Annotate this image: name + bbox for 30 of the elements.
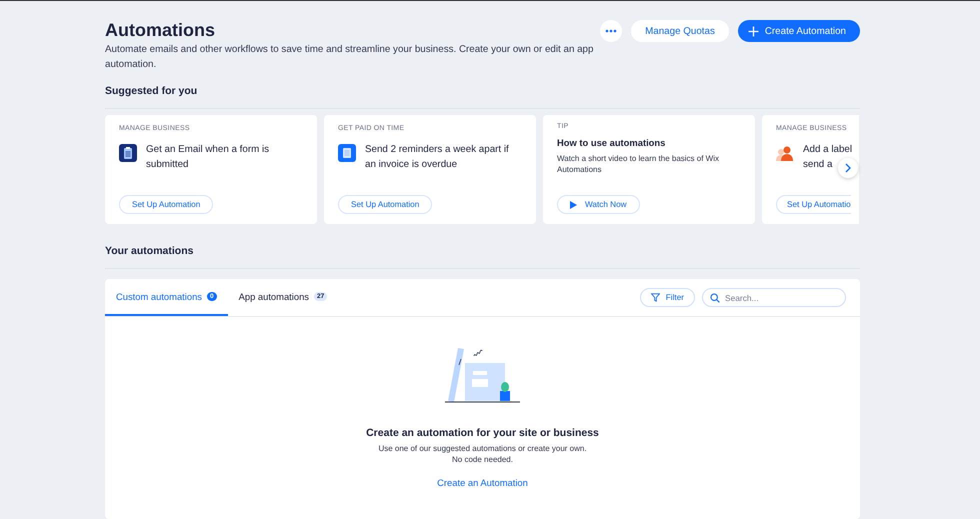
plus-icon [748,26,759,36]
create-automation-button[interactable]: Create Automation [738,20,860,42]
filter-button[interactable]: Filter [640,288,695,307]
set-up-button[interactable]: Set Up Automation [338,195,432,214]
filter-icon [650,293,660,302]
card-title: How to use automations [557,136,666,150]
create-automation-link[interactable]: Create an Automation [437,477,528,488]
section-title: Suggested for you [105,84,860,109]
set-up-button[interactable]: Set Up Automatio [776,195,851,214]
empty-state-text: Use one of our suggested automations or create your own. No code needed. [378,443,587,465]
card-title: Get an Email when a form is submitted [146,143,270,172]
play-icon [570,200,577,208]
people-icon [776,144,794,162]
clipboard-icon [119,144,137,162]
manage-quotas-button[interactable]: Manage Quotas [631,20,729,42]
watch-now-button[interactable]: Watch Now [557,195,640,214]
card-title: Send 2 reminders a week apart if an invoice is overdue [365,143,510,172]
page-title: Automations [105,19,216,41]
card-title: Add a label [803,143,852,157]
more-button[interactable] [600,20,622,42]
document-icon [338,144,356,162]
card-description: Watch a short video to learn the basics of Wix Automations [557,153,720,175]
section-title: Your automations [105,244,860,269]
chevron-right-icon [845,163,851,173]
page-description: Automate emails and other workflows to save time and streamline your business. Create your own or edit an app automation. [105,43,594,72]
empty-state-title: Create an automation for your site or business [366,427,599,439]
more-icon [605,29,618,33]
card-title: send a [803,158,832,172]
search-field[interactable]: Search... [702,288,846,307]
set-up-button[interactable]: Set Up Automation [119,195,214,214]
